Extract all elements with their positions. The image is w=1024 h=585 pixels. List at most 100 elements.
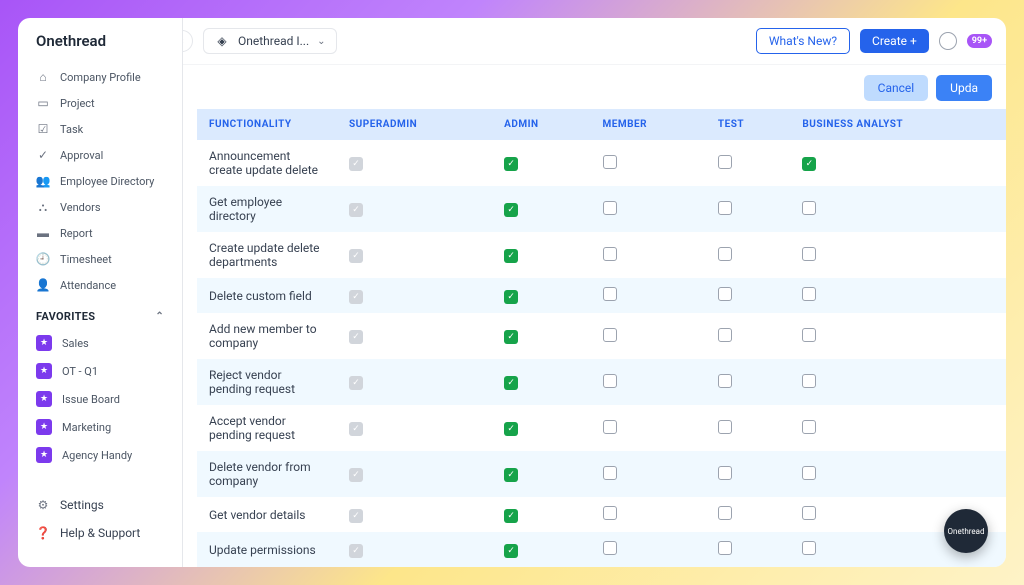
favorite-item-issue-board[interactable]: ★Issue Board xyxy=(18,385,182,413)
checkbox-empty[interactable] xyxy=(603,247,617,261)
permission-cell: ✓ xyxy=(337,405,492,451)
checkbox-empty[interactable] xyxy=(718,374,732,388)
checkbox-empty[interactable] xyxy=(718,155,732,169)
main: ‹ ◈ Onethread I... ⌄ What's New? Create … xyxy=(183,18,1006,567)
checkbox-empty[interactable] xyxy=(718,420,732,434)
nav-item-report[interactable]: ▬Report xyxy=(18,220,182,246)
nav-item-company-profile[interactable]: ⌂Company Profile xyxy=(18,64,182,90)
permission-cell: ✓ xyxy=(337,278,492,313)
permissions-table-wrap[interactable]: FUNCTIONALITYSUPERADMINADMINMEMBERTESTBU… xyxy=(183,109,1006,567)
checkbox-empty[interactable] xyxy=(718,247,732,261)
checkbox-checked[interactable]: ✓ xyxy=(504,468,518,482)
bottom-nav-help-&-support[interactable]: ❓Help & Support xyxy=(18,519,182,547)
permission-cell: ✓ xyxy=(492,497,590,532)
checkbox-locked[interactable]: ✓ xyxy=(349,544,363,558)
favorite-item-agency-handy[interactable]: ★Agency Handy xyxy=(18,441,182,469)
checkbox-empty[interactable] xyxy=(603,287,617,301)
favorite-item-sales[interactable]: ★Sales xyxy=(18,329,182,357)
nav-item-project[interactable]: ▭Project xyxy=(18,90,182,116)
checkbox-checked[interactable]: ✓ xyxy=(504,157,518,171)
functionality-cell: Update permissions xyxy=(197,532,337,567)
checkbox-checked[interactable]: ✓ xyxy=(504,249,518,263)
notifications-icon[interactable] xyxy=(939,32,957,50)
cancel-button[interactable]: Cancel xyxy=(864,75,929,101)
nav-item-attendance[interactable]: 👤Attendance xyxy=(18,272,182,298)
checkbox-checked[interactable]: ✓ xyxy=(504,422,518,436)
checkbox-empty[interactable] xyxy=(802,541,816,555)
checkbox-locked[interactable]: ✓ xyxy=(349,422,363,436)
checkbox-empty[interactable] xyxy=(603,155,617,169)
checkbox-empty[interactable] xyxy=(802,420,816,434)
checkbox-empty[interactable] xyxy=(718,506,732,520)
favorite-item-marketing[interactable]: ★Marketing xyxy=(18,413,182,441)
checkbox-checked[interactable]: ✓ xyxy=(504,290,518,304)
permission-cell: ✓ xyxy=(337,497,492,532)
nav-item-employee-directory[interactable]: 👥Employee Directory xyxy=(18,168,182,194)
create-button[interactable]: Create + xyxy=(860,29,929,53)
checkbox-locked[interactable]: ✓ xyxy=(349,290,363,304)
favorites-header[interactable]: FAVORITES ⌃ xyxy=(18,298,182,329)
checkbox-empty[interactable] xyxy=(603,328,617,342)
checkbox-empty[interactable] xyxy=(603,420,617,434)
permission-cell: ✓ xyxy=(337,186,492,232)
functionality-cell: Get vendor details xyxy=(197,497,337,532)
checkbox-empty[interactable] xyxy=(718,201,732,215)
checkbox-empty[interactable] xyxy=(802,466,816,480)
checkbox-empty[interactable] xyxy=(802,247,816,261)
permission-cell: ✓ xyxy=(790,140,1000,186)
table-body: Announcement create update delete✓✓✓Get … xyxy=(197,140,1006,567)
nav-label: Vendors xyxy=(60,201,101,214)
checkbox-checked[interactable]: ✓ xyxy=(504,509,518,523)
permission-cell: ✓ xyxy=(337,532,492,567)
checkbox-empty[interactable] xyxy=(802,201,816,215)
checkbox-empty[interactable] xyxy=(718,541,732,555)
bottom-nav-settings[interactable]: ⚙Settings xyxy=(18,491,182,519)
checkbox-empty[interactable] xyxy=(802,506,816,520)
workspace-selector[interactable]: ◈ Onethread I... ⌄ xyxy=(203,28,337,54)
checkbox-empty[interactable] xyxy=(802,328,816,342)
checkbox-checked[interactable]: ✓ xyxy=(504,330,518,344)
nav-item-timesheet[interactable]: 🕘Timesheet xyxy=(18,246,182,272)
checkbox-checked[interactable]: ✓ xyxy=(504,376,518,390)
checkbox-locked[interactable]: ✓ xyxy=(349,509,363,523)
nav-label: Company Profile xyxy=(60,71,141,84)
permission-cell xyxy=(1000,405,1006,451)
permission-cell xyxy=(706,186,790,232)
vendors-icon: ⛬ xyxy=(36,200,50,214)
checkbox-empty[interactable] xyxy=(603,506,617,520)
checkbox-locked[interactable]: ✓ xyxy=(349,203,363,217)
checkbox-empty[interactable] xyxy=(603,466,617,480)
floating-brand-badge[interactable]: Onethread xyxy=(944,509,988,553)
collapse-sidebar-button[interactable]: ‹ xyxy=(183,30,193,52)
checkbox-empty[interactable] xyxy=(718,287,732,301)
permission-cell xyxy=(790,405,1000,451)
favorite-item-ot---q1[interactable]: ★OT - Q1 xyxy=(18,357,182,385)
permission-cell xyxy=(1000,232,1006,278)
star-icon: ★ xyxy=(36,419,52,435)
nav-item-approval[interactable]: ✓Approval xyxy=(18,142,182,168)
checkbox-locked[interactable]: ✓ xyxy=(349,157,363,171)
checkbox-locked[interactable]: ✓ xyxy=(349,249,363,263)
checkbox-locked[interactable]: ✓ xyxy=(349,376,363,390)
checkbox-empty[interactable] xyxy=(802,287,816,301)
permission-cell xyxy=(706,313,790,359)
checkbox-empty[interactable] xyxy=(718,328,732,342)
whats-new-button[interactable]: What's New? xyxy=(756,28,850,54)
nav-item-vendors[interactable]: ⛬ Vendors xyxy=(18,194,182,220)
permission-cell xyxy=(790,313,1000,359)
permission-cell xyxy=(591,532,706,567)
checkbox-empty[interactable] xyxy=(603,201,617,215)
checkbox-checked[interactable]: ✓ xyxy=(802,157,816,171)
nav-item-task[interactable]: ☑Task xyxy=(18,116,182,142)
checkbox-checked[interactable]: ✓ xyxy=(504,203,518,217)
checkbox-empty[interactable] xyxy=(603,541,617,555)
checkbox-empty[interactable] xyxy=(603,374,617,388)
checkbox-empty[interactable] xyxy=(802,374,816,388)
checkbox-checked[interactable]: ✓ xyxy=(504,544,518,558)
update-button[interactable]: Upda xyxy=(936,75,992,101)
functionality-cell: Reject vendor pending request xyxy=(197,359,337,405)
column-header: TEST xyxy=(706,109,790,140)
checkbox-locked[interactable]: ✓ xyxy=(349,468,363,482)
checkbox-empty[interactable] xyxy=(718,466,732,480)
checkbox-locked[interactable]: ✓ xyxy=(349,330,363,344)
